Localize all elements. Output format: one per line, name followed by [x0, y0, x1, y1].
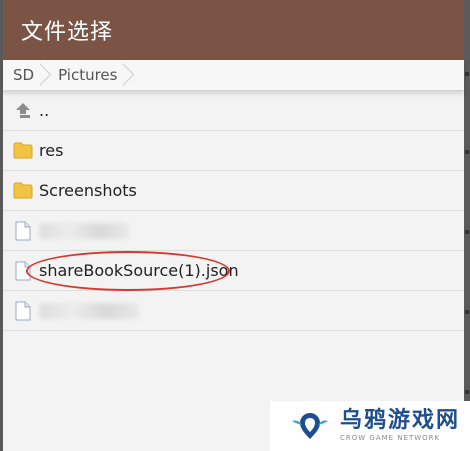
file-chooser-dialog: 文件选择 SD Pictures .. res Screenshots shar…	[3, 0, 464, 451]
folder-icon	[13, 181, 33, 201]
file-icon	[13, 261, 33, 281]
scroll-tick	[465, 230, 469, 234]
list-item-folder-screenshots[interactable]: Screenshots	[3, 171, 464, 211]
file-name: shareBookSource(1).json	[39, 261, 239, 280]
breadcrumb-sd[interactable]: SD	[3, 60, 48, 90]
watermark: 乌鸦游戏网 CROW GAME NETWORK	[270, 401, 470, 451]
list-item-file-obscured[interactable]	[3, 211, 464, 251]
breadcrumb-pictures[interactable]: Pictures	[48, 60, 131, 90]
file-icon	[13, 221, 33, 241]
title-bar: 文件选择	[3, 0, 464, 60]
scroll-tick	[465, 310, 469, 314]
watermark-subtitle: CROW GAME NETWORK	[340, 434, 441, 442]
file-name: res	[39, 141, 64, 160]
list-item-file-obscured[interactable]	[3, 291, 464, 331]
list-item-file-sharebooksource[interactable]: shareBookSource(1).json	[3, 251, 464, 291]
up-arrow-icon	[13, 101, 33, 121]
watermark-title: 乌鸦游戏网	[340, 408, 461, 433]
file-name: ..	[39, 101, 50, 120]
file-list: .. res Screenshots shareBookSource(1).js…	[3, 91, 464, 331]
breadcrumb-separator	[123, 60, 139, 90]
file-icon	[13, 301, 33, 321]
file-name: Screenshots	[39, 181, 137, 200]
scroll-tick	[465, 72, 469, 76]
obscured-file-name	[39, 302, 139, 319]
crow-logo-icon	[292, 413, 328, 439]
dialog-title: 文件选择	[21, 20, 114, 45]
obscured-file-name	[39, 222, 129, 239]
scroll-tick	[465, 390, 469, 394]
list-item-parent-directory[interactable]: ..	[3, 91, 464, 131]
breadcrumb-label: Pictures	[58, 66, 118, 84]
scroll-tick	[465, 150, 469, 154]
folder-icon	[13, 141, 33, 161]
breadcrumb-label: SD	[13, 66, 35, 84]
list-item-folder-res[interactable]: res	[3, 131, 464, 171]
scroll-indicator	[464, 60, 470, 451]
breadcrumb: SD Pictures	[3, 60, 464, 91]
